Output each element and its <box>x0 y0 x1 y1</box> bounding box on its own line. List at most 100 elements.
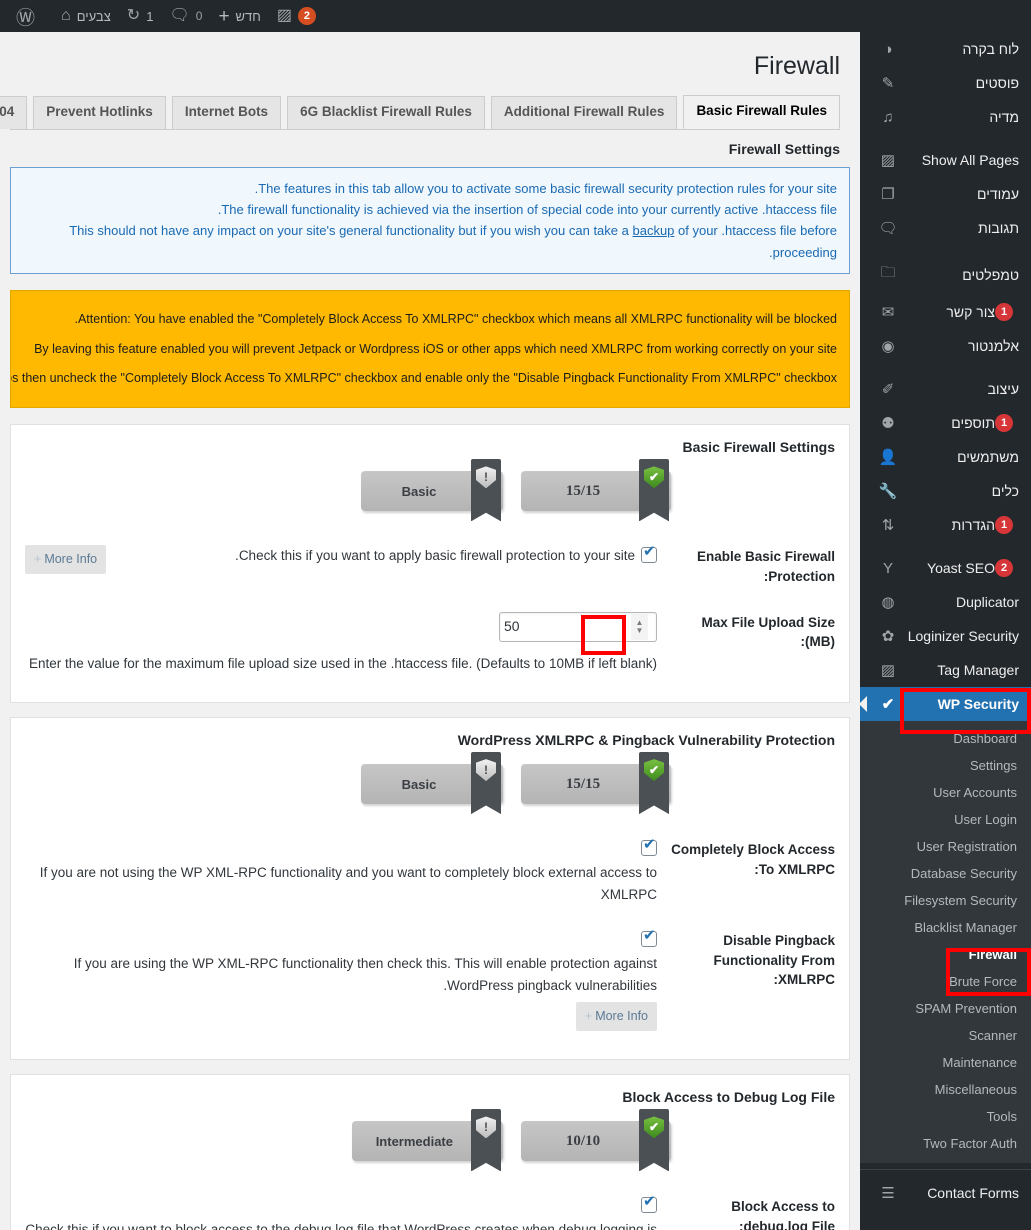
setting-checkbox[interactable] <box>641 1194 657 1214</box>
setting-control: If you are using the WP XML-RPC function… <box>25 928 657 1032</box>
sidebar-item-[interactable]: 1 תוספים ⚉ <box>860 406 1031 440</box>
dashboard-icon: ◑ <box>883 40 893 58</box>
sidebar-item-[interactable]: עמודים ❐ <box>860 177 1031 211</box>
sidebar-item-wp-security[interactable]: WP Security ✔ <box>860 687 1031 721</box>
sidebar-item-label: Show All Pages <box>921 152 1019 168</box>
sidebar-item-label: Duplicator <box>955 594 1019 610</box>
shield-check-icon: ✔ <box>644 759 664 782</box>
gear-icon: ✿ <box>881 628 895 645</box>
badge-ribbon: ✔ <box>639 1109 669 1172</box>
setting-checkbox[interactable] <box>641 544 657 564</box>
sidebar-item-[interactable]: תגובות 🗨 <box>860 211 1031 245</box>
sidebar-item-yoast-seo[interactable]: 2 Yoast SEO Y <box>860 551 1031 585</box>
max-upload-size-input-wrapper: ▲ ▼ 50 <box>499 611 657 642</box>
security-score-value: 15/15 <box>565 775 601 792</box>
sidebar-item-[interactable]: טמפלטים 🗀 <box>860 254 1031 295</box>
tab-internet-bots[interactable]: Internet Bots <box>171 96 282 129</box>
submenu-item-database-security[interactable]: Database Security <box>860 860 1031 887</box>
sidebar-item-[interactable]: עיצוב ✐ <box>860 372 1031 406</box>
submenu-item-firewall[interactable]: Firewall <box>860 941 1031 968</box>
appearance-brush-icon: ✐ <box>881 381 895 398</box>
adminbar-new-label: חדש <box>235 8 261 24</box>
submenu-item-filesystem-security[interactable]: Filesystem Security <box>860 887 1031 914</box>
security-level-value: Basic <box>401 483 437 499</box>
shield-alert-icon: ! <box>476 759 496 782</box>
media-icon: ♫ <box>882 108 894 126</box>
sidebar-item-label: הגדרות <box>951 517 995 533</box>
sidebar-item-label: WP Security <box>937 696 1019 712</box>
submenu-item-scanner[interactable]: Scanner <box>860 1022 1031 1049</box>
htaccess-backup-link[interactable]: backup <box>632 223 674 238</box>
submenu-item-user-login[interactable]: User Login <box>860 806 1031 833</box>
elementor-icon: ◉ <box>881 338 895 355</box>
setting-label: Completely Block Access To XMLRPC: <box>671 842 835 877</box>
tab-additional-firewall-rules[interactable]: Additional Firewall Rules <box>490 96 678 129</box>
setting-checkbox[interactable] <box>641 928 657 948</box>
sidebar-item-[interactable]: כלים 🔧 <box>860 474 1031 508</box>
setting-label: Block Access to debug.log File: <box>731 1199 835 1230</box>
firewall-tab-bar: Basic Firewall Rules Additional Firewall … <box>0 95 840 130</box>
users-icon: 👤 <box>878 449 898 466</box>
info-notice-line-3: This should not have any impact on your … <box>23 220 837 263</box>
settings-table: Block Access to debug.log File: Check thi… <box>11 1183 849 1230</box>
adminbar-site-name[interactable]: צבעים ⌂ <box>53 0 119 32</box>
setting-label: Enable Basic Firewall Protection: <box>696 549 835 584</box>
sidebar-item-[interactable]: פוסטים ✎ <box>860 66 1031 100</box>
sidebar-item-[interactable]: 1 הגדרות ⇅ <box>860 508 1031 542</box>
sidebar-item-[interactable]: מדיה ♫ <box>860 100 1031 134</box>
setting-control: Check this if you want to apply basic fi… <box>25 544 657 575</box>
sidebar-item-[interactable]: משתמשים 👤 <box>860 440 1031 474</box>
submenu-item-tools[interactable]: Tools <box>860 1103 1031 1130</box>
sidebar-item-label: אלמנטור <box>968 338 1019 354</box>
submenu-item-spam-prevention[interactable]: SPAM Prevention <box>860 995 1031 1022</box>
more-info-button[interactable]: More Info+ <box>25 545 107 575</box>
tab-404[interactable]: 404 <box>0 96 28 129</box>
site-name-label: צבעים <box>76 8 111 24</box>
submenu-item-dashboard[interactable]: Dashboard <box>860 725 1031 752</box>
updates-count: 1 <box>146 8 154 24</box>
sidebar-item-loginizer-security[interactable]: Loginizer Security ✿ <box>860 619 1031 653</box>
wordpress-logo-icon: Ⓦ <box>16 7 36 29</box>
number-spinner-icon[interactable]: ▲ ▼ <box>631 613 648 640</box>
adminbar-new-content[interactable]: חדש + <box>210 0 268 32</box>
panel-spacer <box>10 408 850 424</box>
submenu-item-brute-force[interactable]: Brute Force <box>860 968 1031 995</box>
submenu-item-user-registration[interactable]: User Registration <box>860 833 1031 860</box>
max-upload-size-input[interactable]: ▲ ▼ 50 <box>499 611 657 642</box>
submenu-item-settings[interactable]: Settings <box>860 752 1031 779</box>
plus-icon: + <box>218 5 230 27</box>
tab-basic-firewall-rules[interactable]: Basic Firewall Rules <box>683 95 840 129</box>
submenu-item-maintenance[interactable]: Maintenance <box>860 1049 1031 1076</box>
submenu-item-two-factor-auth[interactable]: Two Factor Auth <box>860 1130 1031 1157</box>
setting-label: Disable Pingback Functionality From XMLR… <box>713 933 836 988</box>
sidebar-item-duplicator[interactable]: Duplicator ◍ <box>860 585 1031 619</box>
sidebar-item-[interactable]: 1 צור קשר ✉ <box>860 295 1031 329</box>
submenu-item-miscellaneous[interactable]: Miscellaneous <box>860 1076 1031 1103</box>
tab-6g-blacklist-firewall-rules[interactable]: 6G Blacklist Firewall Rules <box>287 96 485 129</box>
adminbar-yoast[interactable]: 2 ▨ <box>269 0 324 32</box>
sidebar-item-[interactable]: אלמנטור ◉ <box>860 329 1031 363</box>
warning-line-1: Attention: You have enabled the "Complet… <box>74 312 837 327</box>
tools-wrench-icon: 🔧 <box>878 483 898 500</box>
tab-prevent-hotlinks[interactable]: Prevent Hotlinks <box>33 96 166 129</box>
security-score-badge: ✔ 15/15 <box>521 752 671 815</box>
setting-row-max-upload-size: Max File Upload Size (MB): ▲ ▼ 50 Enter the … <box>25 599 835 687</box>
submenu-item-blacklist-manager[interactable]: Blacklist Manager <box>860 914 1031 941</box>
max-upload-size-value: 50 <box>504 618 520 635</box>
shield-alert-icon: ! <box>476 466 496 489</box>
sidebar-item-tag-manager[interactable]: Tag Manager ▨ <box>860 653 1031 687</box>
settings-table: Completely Block Access To XMLRPC: If you… <box>11 826 849 1059</box>
sidebar-item-[interactable]: לוח בקרה ◑ <box>860 32 1031 66</box>
setting-checkbox[interactable] <box>641 837 657 857</box>
adminbar-wp-logo[interactable]: Ⓦ <box>0 0 53 32</box>
adminbar-comments[interactable]: 0 🗨 <box>161 0 210 32</box>
more-info-button[interactable]: More Info+ <box>575 1002 657 1032</box>
sidebar-item-label: Yoast SEO <box>927 560 995 576</box>
submenu-item-user-accounts[interactable]: User Accounts <box>860 779 1031 806</box>
sidebar-item-show-all-pages[interactable]: Show All Pages ▨ <box>860 143 1031 177</box>
settings-panels: Basic Firewall Settings ✔ 15/15! Basic Enabl… <box>10 424 850 1230</box>
adminbar-updates[interactable]: 1 ↻ <box>119 0 162 32</box>
setting-row: Completely Block Access To XMLRPC: If you… <box>25 826 835 917</box>
sidebar-item-contact-forms[interactable]: Contact Forms ☰ <box>860 1176 1031 1210</box>
security-score-badge: ✔ 10/10 <box>521 1109 671 1172</box>
